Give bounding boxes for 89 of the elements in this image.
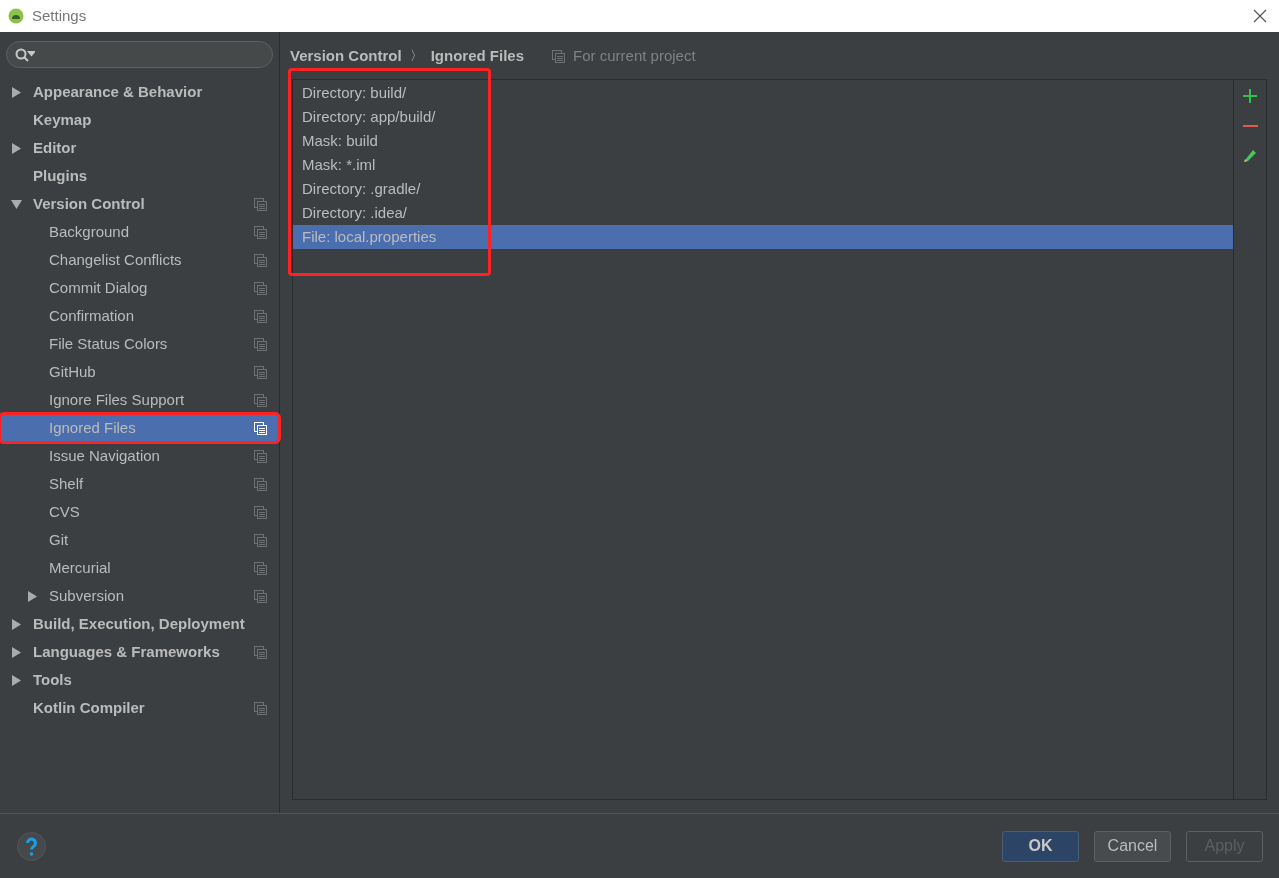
sidebar-item[interactable]: Build, Execution, Deployment bbox=[0, 610, 279, 638]
sidebar-item[interactable]: Background bbox=[0, 218, 279, 246]
sidebar-label: Commit Dialog bbox=[49, 277, 149, 298]
sidebar-item[interactable]: Ignore Files Support bbox=[0, 386, 279, 414]
copy-icon bbox=[254, 393, 267, 407]
sidebar-label: Plugins bbox=[33, 165, 89, 186]
sidebar-label: Mercurial bbox=[49, 557, 112, 578]
sidebar-item[interactable]: Mercurial bbox=[0, 554, 279, 582]
sidebar-item[interactable]: Tools bbox=[0, 666, 279, 694]
sidebar-label: Version Control bbox=[33, 193, 146, 214]
sidebar-item[interactable]: Subversion bbox=[0, 582, 279, 610]
copy-icon bbox=[254, 197, 267, 211]
sidebar-label: Keymap bbox=[33, 109, 93, 130]
sidebar-item[interactable]: Appearance & Behavior bbox=[0, 78, 279, 106]
add-icon[interactable] bbox=[1242, 88, 1258, 104]
expand-arrow-icon[interactable] bbox=[27, 590, 38, 602]
list-item[interactable]: Mask: build bbox=[293, 129, 1233, 153]
sidebar-label: Confirmation bbox=[49, 305, 136, 326]
sidebar-item[interactable]: Git bbox=[0, 526, 279, 554]
sidebar-label: Background bbox=[49, 221, 131, 242]
copy-icon bbox=[552, 49, 566, 63]
dialog-button[interactable]: OK bbox=[1002, 830, 1079, 862]
copy-icon bbox=[254, 533, 267, 547]
sidebar-label: Kotlin Compiler bbox=[33, 697, 146, 718]
copy-icon bbox=[254, 253, 267, 267]
close-icon[interactable] bbox=[1253, 9, 1267, 23]
sidebar-label: CVS bbox=[49, 501, 81, 522]
expand-arrow-icon[interactable] bbox=[11, 646, 22, 658]
sidebar-label: Appearance & Behavior bbox=[33, 81, 204, 102]
search-field[interactable] bbox=[6, 41, 273, 68]
copy-icon bbox=[254, 449, 267, 463]
copy-icon bbox=[254, 309, 267, 323]
sidebar-item[interactable]: CVS bbox=[0, 498, 279, 526]
sidebar-item[interactable]: Kotlin Compiler bbox=[0, 694, 279, 722]
sidebar-label: Git bbox=[49, 529, 70, 550]
sidebar-item[interactable]: Version Control bbox=[0, 190, 279, 218]
list-item[interactable]: Directory: app/build/ bbox=[293, 105, 1233, 129]
pencil-icon[interactable] bbox=[1242, 148, 1258, 164]
sidebar-label: Subversion bbox=[49, 585, 126, 606]
sidebar-label: Ignore Files Support bbox=[49, 389, 186, 410]
list-item[interactable]: Directory: .idea/ bbox=[293, 201, 1233, 225]
copy-icon bbox=[254, 645, 267, 659]
sidebar-item[interactable]: Commit Dialog bbox=[0, 274, 279, 302]
expand-arrow-icon[interactable] bbox=[11, 86, 22, 98]
copy-icon bbox=[254, 477, 267, 491]
dialog-button[interactable]: Cancel bbox=[1094, 830, 1171, 862]
list-item[interactable]: Directory: build/ bbox=[293, 81, 1233, 105]
sidebar-item[interactable]: Issue Navigation bbox=[0, 442, 279, 470]
expand-arrow-icon[interactable] bbox=[11, 674, 22, 686]
sidebar-label: GitHub bbox=[49, 361, 97, 382]
sidebar-label: Shelf bbox=[49, 473, 85, 494]
sidebar-label: Issue Navigation bbox=[49, 445, 161, 466]
search-icon bbox=[15, 47, 35, 62]
sidebar-item[interactable]: Languages & Frameworks bbox=[0, 638, 279, 666]
copy-icon bbox=[254, 365, 267, 379]
sidebar-label: Ignored Files bbox=[49, 417, 137, 438]
copy-icon bbox=[254, 421, 267, 435]
copy-icon bbox=[254, 281, 267, 295]
list-item[interactable]: Mask: *.iml bbox=[293, 153, 1233, 177]
sidebar-item[interactable]: File Status Colors bbox=[0, 330, 279, 358]
collapse-arrow-icon[interactable] bbox=[11, 198, 22, 210]
copy-icon bbox=[254, 225, 267, 239]
copy-icon bbox=[254, 701, 267, 715]
sidebar-label: Build, Execution, Deployment bbox=[33, 613, 246, 634]
scope-label: For current project bbox=[573, 45, 696, 66]
sidebar-label: Languages & Frameworks bbox=[33, 641, 221, 662]
copy-icon bbox=[254, 589, 267, 603]
breadcrumb-separator: 〉 bbox=[409, 47, 423, 66]
breadcrumb-item: Version Control bbox=[290, 45, 402, 66]
list-item[interactable]: Directory: .gradle/ bbox=[293, 177, 1233, 201]
sidebar-item[interactable]: Confirmation bbox=[0, 302, 279, 330]
sidebar-item[interactable]: Editor bbox=[0, 134, 279, 162]
sidebar-item[interactable]: Shelf bbox=[0, 470, 279, 498]
sidebar-label: Tools bbox=[33, 669, 73, 690]
sidebar-item[interactable]: Keymap bbox=[0, 106, 279, 134]
help-icon[interactable] bbox=[17, 831, 46, 861]
expand-arrow-icon[interactable] bbox=[11, 142, 22, 154]
copy-icon bbox=[254, 561, 267, 575]
breadcrumb-item: Ignored Files bbox=[430, 45, 525, 66]
copy-icon bbox=[254, 505, 267, 519]
window-title: Settings bbox=[32, 5, 87, 26]
sidebar-item[interactable]: Plugins bbox=[0, 162, 279, 190]
sidebar-label: Changelist Conflicts bbox=[49, 249, 183, 270]
sidebar-item[interactable]: GitHub bbox=[0, 358, 279, 386]
sidebar-label: File Status Colors bbox=[49, 333, 169, 354]
sidebar-label: Editor bbox=[33, 137, 78, 158]
sidebar-item[interactable]: Changelist Conflicts bbox=[0, 246, 279, 274]
copy-icon bbox=[254, 337, 267, 351]
expand-arrow-icon[interactable] bbox=[11, 618, 22, 630]
